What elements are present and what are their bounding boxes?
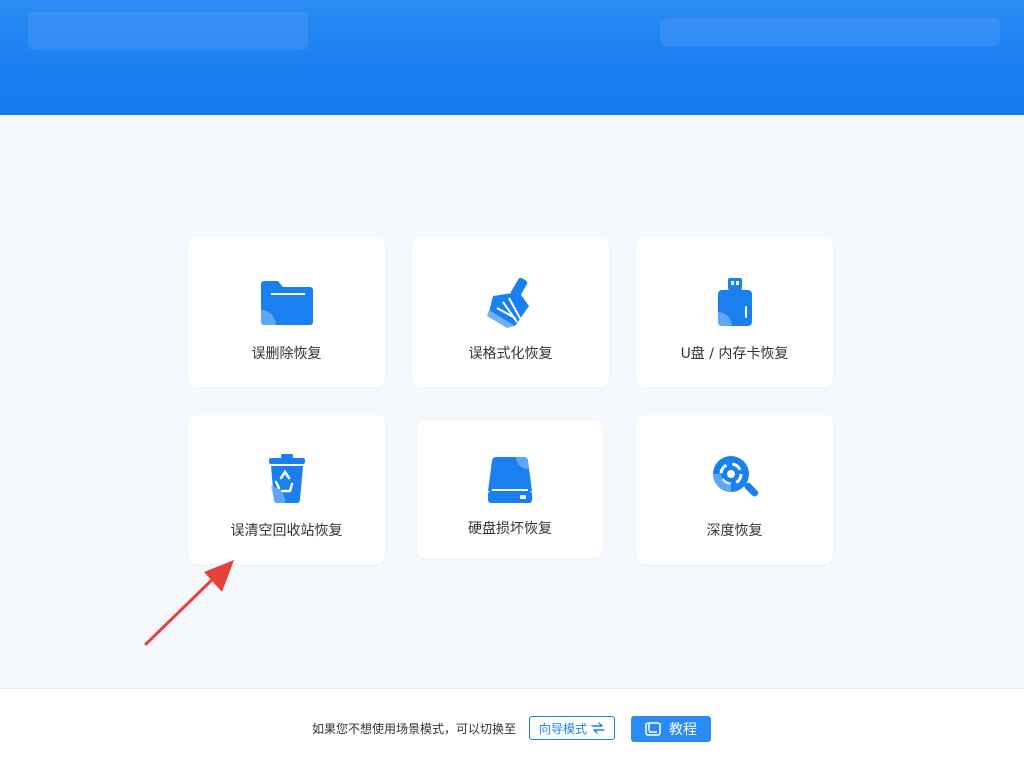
header-controls-area	[660, 18, 1000, 46]
footer-bar: 如果您不想使用场景模式，可以切换至 向导模式 教程	[0, 688, 1024, 769]
tutorial-button[interactable]: 教程	[631, 716, 711, 742]
guide-mode-label: 向导模式	[538, 721, 587, 736]
annotation-arrow	[144, 560, 234, 646]
card-recycle-bin-recovery[interactable]: 误清空回收站恢复	[188, 415, 385, 564]
broom-icon	[486, 277, 529, 328]
card-label: 误格式化恢复	[468, 346, 553, 362]
card-usb-recovery[interactable]: U盘 / 内存卡恢复	[636, 238, 833, 387]
card-label: 深度恢复	[706, 523, 763, 539]
switch-arrows-icon	[591, 722, 605, 734]
usb-drive-icon	[717, 278, 752, 326]
card-deleted-recovery[interactable]: 误删除恢复	[188, 238, 385, 387]
guide-mode-button[interactable]: 向导模式	[529, 716, 615, 740]
card-disk-recovery[interactable]: 硬盘损坏恢复	[417, 421, 603, 558]
recycle-bin-icon	[268, 454, 305, 503]
card-deep-recovery[interactable]: 深度恢复	[636, 415, 833, 564]
app-logo-area	[28, 12, 308, 50]
tutorial-label: 教程	[669, 722, 697, 738]
card-label: 硬盘损坏恢复	[468, 521, 552, 537]
mode-switch-hint: 如果您不想使用场景模式，可以切换至	[312, 722, 517, 736]
card-label: 误删除恢复	[251, 346, 322, 362]
card-format-recovery[interactable]: 误格式化恢复	[412, 238, 609, 387]
scenario-panel: 误删除恢复 误格式化恢复 U盘 / 内存卡恢复 误清空回收站恢复 硬盘损坏恢复 …	[0, 115, 1024, 688]
folder-icon	[260, 281, 313, 325]
card-label: U盘 / 内存卡恢复	[680, 346, 789, 362]
hard-disk-icon	[488, 457, 532, 503]
card-label: 误清空回收站恢复	[230, 523, 343, 539]
deep-scan-icon	[712, 456, 758, 497]
book-icon	[645, 722, 661, 736]
header-bar	[0, 0, 1024, 115]
